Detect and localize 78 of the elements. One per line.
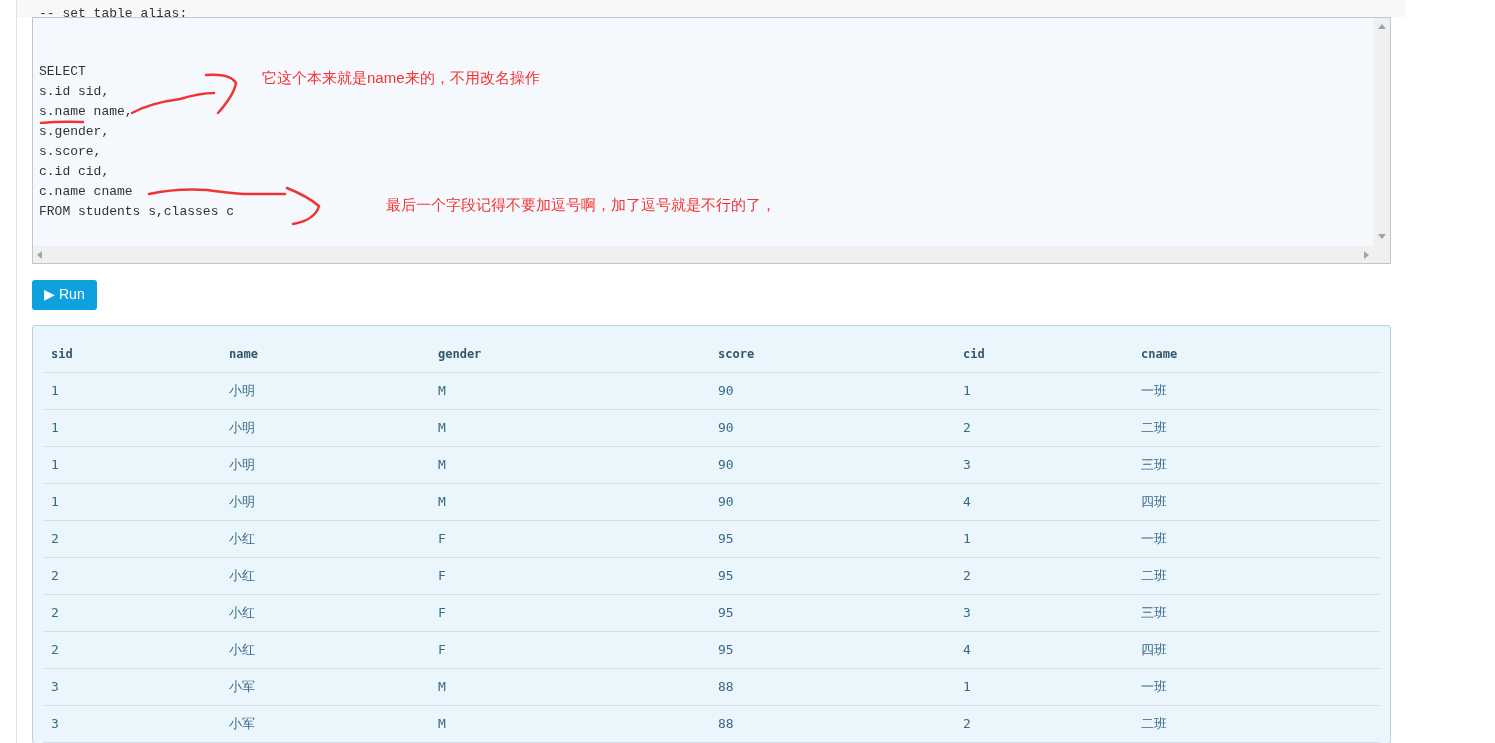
table-cell: 一班 [1141, 679, 1167, 695]
table-cell: M [438, 457, 446, 473]
code-line: s.id sid, [39, 84, 110, 100]
table-cell: 90 [718, 383, 734, 399]
annotation-text: 它这个本来就是name来的，不用改名操作 [262, 68, 540, 88]
table-cell: 3 [51, 679, 59, 695]
table-cell: 2 [963, 420, 971, 436]
table-cell: 四班 [1141, 642, 1167, 658]
table-cell: 1 [51, 383, 59, 399]
table-cell: 90 [718, 494, 734, 510]
table-cell: 小红 [229, 605, 255, 621]
table-cell: 95 [718, 642, 734, 658]
code-line: SELECT [39, 64, 86, 80]
table-cell: F [438, 568, 446, 584]
code-line: c.name cname [39, 184, 133, 200]
table-cell: 小明 [229, 494, 255, 510]
table-cell: 3 [963, 457, 971, 473]
table-cell: 二班 [1141, 568, 1167, 584]
table-cell: 1 [963, 531, 971, 547]
table-cell: 2 [963, 568, 971, 584]
column-header: score [718, 347, 755, 361]
table-cell: 二班 [1141, 420, 1167, 436]
table-cell: F [438, 531, 446, 547]
table-cell: 1 [963, 679, 971, 695]
table-cell: 3 [963, 605, 971, 621]
table-cell: 88 [718, 679, 734, 695]
table-cell: 1 [51, 420, 59, 436]
table-cell: 小明 [229, 457, 255, 473]
table-cell: M [438, 420, 446, 436]
column-header: name [229, 347, 258, 361]
table-cell: 88 [718, 716, 734, 732]
table-cell: 2 [51, 642, 59, 658]
column-header: sid [51, 347, 73, 361]
code-line: FROM students s,classes c [39, 204, 235, 220]
table-cell: 一班 [1141, 383, 1167, 399]
table-cell: 1 [51, 494, 59, 510]
table-cell: 二班 [1141, 716, 1167, 732]
code-line: c.id cid, [39, 164, 110, 180]
table-cell: 2 [51, 605, 59, 621]
table-cell: 1 [963, 383, 971, 399]
table-cell: M [438, 383, 446, 399]
column-header: cid [963, 347, 985, 361]
code-editor[interactable]: SELECT s.id sid, s.name name, s.gender, s.score, c.id cid, c.name cname FROM students s,classes c 它这个本来就是name来的，不用改名操作 最后一个字段记得不要加逗号啊，加了逗号就是不行的了， [32, 17, 1391, 264]
table-cell: 3 [51, 716, 59, 732]
table-cell: 95 [718, 531, 734, 547]
table-cell: 2 [51, 568, 59, 584]
table-cell: 95 [718, 568, 734, 584]
annotation-text: 最后一个字段记得不要加逗号啊，加了逗号就是不行的了， [386, 195, 776, 215]
code-line: s.gender, [39, 124, 110, 140]
column-header: cname [1141, 347, 1178, 361]
column-header: gender [438, 347, 482, 361]
table-cell: 三班 [1141, 457, 1167, 473]
table-cell: 90 [718, 420, 734, 436]
table-cell: F [438, 642, 446, 658]
table-cell: 4 [963, 494, 971, 510]
table-cell: 一班 [1141, 531, 1167, 547]
table-cell: 2 [963, 716, 971, 732]
table-cell: 小红 [229, 531, 255, 547]
table-cell: M [438, 679, 446, 695]
table-cell: 小红 [229, 568, 255, 584]
code-line: s.score, [39, 144, 102, 160]
table-cell: 四班 [1141, 494, 1167, 510]
table-cell: 1 [51, 457, 59, 473]
table-cell: 2 [51, 531, 59, 547]
table-cell: M [438, 494, 446, 510]
table-cell: F [438, 605, 446, 621]
table-cell: 小军 [229, 679, 255, 695]
table-cell: 小红 [229, 642, 255, 658]
code-line: s.name name, [39, 104, 133, 120]
table-cell: 90 [718, 457, 734, 473]
table-cell: M [438, 716, 446, 732]
table-cell: 95 [718, 605, 734, 621]
table-cell: 小明 [229, 420, 255, 436]
table-cell: 4 [963, 642, 971, 658]
code-comment: -- set table alias: [39, 5, 188, 17]
table-cell: 小明 [229, 383, 255, 399]
table-cell: 三班 [1141, 605, 1167, 621]
table-cell: 小军 [229, 716, 255, 732]
